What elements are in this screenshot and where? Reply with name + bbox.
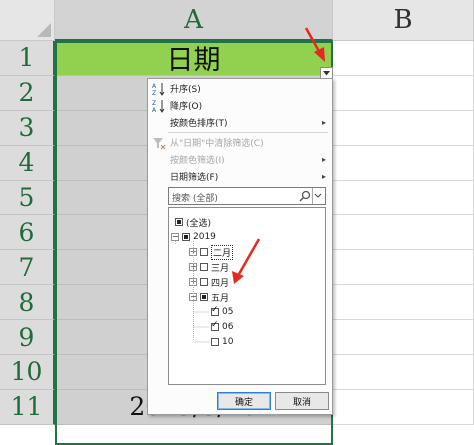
row-header[interactable]: 3: [0, 110, 55, 146]
row-header[interactable]: 10: [0, 355, 55, 390]
row-header[interactable]: 8: [0, 285, 55, 321]
cell-b[interactable]: [333, 75, 474, 111]
menu-item-label: 按颜色筛选(I): [170, 156, 225, 166]
cell-b[interactable]: [333, 320, 474, 356]
menu-item-label: 日期筛选(F): [170, 173, 219, 183]
chevron-down-icon: [323, 70, 330, 75]
cell-b[interactable]: [333, 215, 474, 251]
row-header[interactable]: 5: [0, 180, 55, 216]
clear-filter-icon: [153, 137, 166, 149]
search-placeholder: 搜索 (全部): [172, 194, 218, 204]
menu-item-sort-descending[interactable]: Z A 降序(O): [148, 97, 332, 114]
menu-item-date-filters[interactable]: 日期筛选(F) ▸: [148, 168, 332, 185]
menu-item-clear-filter[interactable]: 从"日期"中清除筛选(C): [148, 134, 332, 151]
svg-text:Z: Z: [152, 90, 156, 96]
select-all-corner[interactable]: [0, 0, 55, 41]
menu-item-label: 降序(O): [170, 102, 203, 112]
menu-item-label: 升序(S): [170, 85, 201, 95]
sort-ascending-icon: A Z: [152, 82, 165, 96]
row-header[interactable]: 9: [0, 320, 55, 356]
select-all-triangle-icon: [37, 23, 51, 37]
filter-search-input[interactable]: 搜索 (全部): [168, 187, 326, 205]
table-row: 1 日期: [0, 41, 474, 76]
menu-separator: [168, 132, 328, 133]
ok-button[interactable]: 确定: [217, 392, 271, 410]
cell-b[interactable]: [333, 145, 474, 181]
cancel-button[interactable]: 取消: [275, 392, 329, 410]
submenu-arrow-icon: ▸: [321, 118, 326, 127]
cell-a1-header[interactable]: 日期: [55, 41, 333, 76]
cell-b[interactable]: [333, 110, 474, 146]
cell-b[interactable]: [333, 250, 474, 286]
row-header[interactable]: 7: [0, 250, 55, 286]
submenu-arrow-icon: ▸: [321, 172, 326, 181]
menu-item-label: 从"日期"中清除筛选(C): [170, 139, 264, 149]
column-header-a[interactable]: A: [55, 0, 333, 41]
menu-item-label: 按颜色排序(T): [170, 119, 228, 129]
submenu-arrow-icon: ▸: [321, 155, 326, 164]
svg-text:Z: Z: [152, 100, 156, 107]
sort-descending-icon: Z A: [152, 99, 165, 113]
cell-b[interactable]: [333, 285, 474, 321]
chevron-down-icon: [314, 193, 322, 198]
cell-b[interactable]: [333, 180, 474, 216]
cell-b[interactable]: [333, 355, 474, 390]
cell-b[interactable]: [333, 41, 474, 76]
row-header[interactable]: 1: [0, 41, 55, 76]
cell-b[interactable]: [333, 389, 474, 425]
autofilter-menu: A Z 升序(S) Z A 降序(O) 按颜色排序(T) ▸ 从"日期"中清除筛…: [147, 78, 333, 415]
menu-item-sort-by-color[interactable]: 按颜色排序(T) ▸: [148, 114, 332, 131]
tree-connector-lines: [175, 241, 210, 343]
search-icon: [299, 190, 311, 202]
menu-item-filter-by-color[interactable]: 按颜色筛选(I) ▸: [148, 151, 332, 168]
column-header-b[interactable]: B: [333, 0, 474, 41]
svg-text:A: A: [152, 83, 157, 90]
search-dropdown[interactable]: [312, 188, 325, 204]
menu-item-sort-ascending[interactable]: A Z 升序(S): [148, 80, 332, 97]
svg-text:A: A: [152, 107, 157, 113]
row-header[interactable]: 2: [0, 75, 55, 111]
row-header[interactable]: 4: [0, 145, 55, 181]
filter-value-tree: (全选) − 2019 + 二月 + 三月 + 四月 − 五月 ✓ 05 ✓ 0…: [168, 207, 326, 385]
row-header[interactable]: 11: [0, 389, 55, 425]
row-header[interactable]: 6: [0, 215, 55, 251]
